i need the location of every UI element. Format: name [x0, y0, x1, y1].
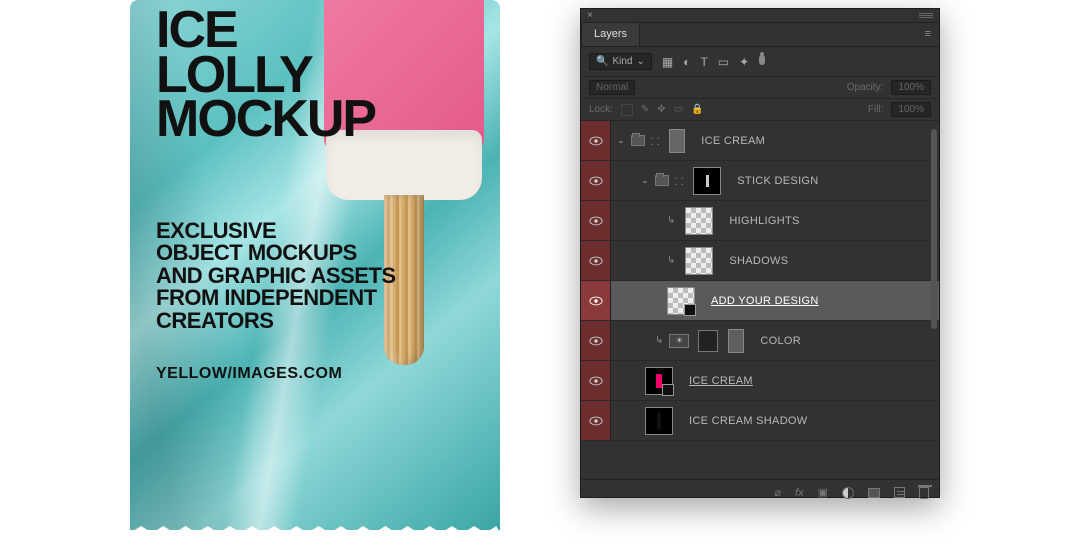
lock-brush-icon[interactable]: ✎ — [641, 104, 649, 115]
layer-name[interactable]: HIGHLIGHTS — [729, 215, 799, 227]
mockup-subtitle: EXCLUSIVE OBJECT MOCKUPS AND GRAPHIC ASS… — [156, 220, 396, 332]
opacity-input[interactable]: 100% — [891, 80, 931, 95]
filter-toggle-icon[interactable] — [759, 55, 765, 65]
filter-adjust-icon[interactable]: ◐ — [683, 55, 690, 69]
layer-name[interactable]: ICE CREAM SHADOW — [689, 415, 807, 427]
layer-name[interactable]: STICK DESIGN — [737, 175, 818, 187]
filter-kind-label: Kind — [612, 56, 632, 67]
layer-row-highlights[interactable]: ↳ HIGHLIGHTS — [581, 201, 939, 241]
clip-icon: ↳ — [667, 255, 675, 266]
link-icon: ⸬ — [675, 174, 683, 188]
visibility-toggle[interactable] — [581, 241, 611, 280]
layer-thumb — [685, 247, 713, 275]
blend-row: Normal Opacity: 100% — [581, 77, 939, 99]
layer-thumb — [645, 407, 673, 435]
layer-thumb — [728, 329, 744, 353]
panel-menu-icon[interactable]: ≡ — [917, 22, 939, 46]
layer-row-ice-cream-shadow[interactable]: ICE CREAM SHADOW — [581, 401, 939, 441]
layer-list: ⌄ ⸬ ICE CREAM ⌄ ⸬ STICK DESIGN ↳ HI — [581, 121, 939, 479]
folder-icon — [631, 135, 645, 146]
expand-icon[interactable]: ⌄ — [617, 135, 625, 146]
layer-name[interactable]: COLOR — [760, 335, 801, 347]
visibility-toggle[interactable] — [581, 161, 611, 200]
lock-move-icon[interactable]: ✥ — [657, 104, 665, 115]
clip-icon: ↳ — [667, 215, 675, 226]
filter-smart-icon[interactable]: ✦ — [739, 55, 749, 69]
mask-thumb — [698, 330, 718, 352]
grip-icon[interactable] — [919, 13, 933, 18]
mockup-image: ICE LOLLY MOCKUP EXCLUSIVE OBJECT MOCKUP… — [130, 0, 500, 530]
filter-type-icon[interactable]: T — [700, 55, 707, 69]
mockup-title: ICE LOLLY MOCKUP — [156, 8, 375, 142]
mask-icon[interactable]: ▣ — [818, 486, 828, 499]
fx-icon[interactable]: fx — [795, 487, 804, 499]
layer-thumb — [645, 367, 673, 395]
folder-icon — [655, 175, 669, 186]
layer-thumb — [669, 129, 685, 153]
layer-name[interactable]: SHADOWS — [729, 255, 788, 267]
close-icon[interactable]: × — [587, 10, 593, 21]
clip-icon: ↳ — [655, 335, 663, 346]
layer-thumb — [693, 167, 721, 195]
adjustment-new-icon[interactable] — [842, 487, 854, 499]
layer-thumb — [685, 207, 713, 235]
layer-name[interactable]: ICE CREAM — [689, 375, 753, 387]
new-layer-icon[interactable] — [894, 487, 905, 498]
layer-row-shadows[interactable]: ↳ SHADOWS — [581, 241, 939, 281]
filter-kind-select[interactable]: 🔍 Kind ⌄ — [589, 53, 652, 70]
layer-name[interactable]: ADD YOUR DESIGN — [711, 295, 819, 307]
group-new-icon[interactable] — [868, 488, 880, 498]
blend-mode-select[interactable]: Normal — [589, 80, 635, 95]
layers-panel: × Layers ≡ 🔍 Kind ⌄ ▦ ◐ T ▭ ✦ Normal Opa… — [580, 8, 940, 498]
tab-layers[interactable]: Layers — [581, 22, 640, 46]
mockup-url: YELLOW/IMAGES.COM — [156, 365, 342, 383]
panel-titlebar[interactable]: × — [581, 9, 939, 23]
opacity-label: Opacity: — [847, 82, 884, 93]
panel-tabs: Layers ≡ — [581, 23, 939, 47]
chevron-down-icon: ⌄ — [636, 56, 644, 67]
visibility-toggle[interactable] — [581, 401, 611, 440]
link-layers-icon[interactable]: ⌀ — [774, 486, 781, 499]
fill-input[interactable]: 100% — [891, 102, 931, 117]
filter-pixel-icon[interactable]: ▦ — [662, 55, 673, 69]
layer-row-color[interactable]: ↳ ☀ COLOR — [581, 321, 939, 361]
layer-row-ice-cream-group[interactable]: ⌄ ⸬ ICE CREAM — [581, 121, 939, 161]
lock-row: Lock: ✎ ✥ ▭ 🔒 Fill: 100% — [581, 99, 939, 121]
search-icon: 🔍 — [596, 56, 608, 67]
lock-trans-icon[interactable] — [621, 104, 633, 116]
visibility-toggle[interactable] — [581, 201, 611, 240]
visibility-toggle[interactable] — [581, 321, 611, 360]
layer-row-stick-design-group[interactable]: ⌄ ⸬ STICK DESIGN — [581, 161, 939, 201]
visibility-toggle[interactable] — [581, 121, 611, 160]
layer-thumb — [667, 287, 695, 315]
filter-shape-icon[interactable]: ▭ — [718, 55, 729, 69]
link-icon: ⸬ — [651, 134, 659, 148]
lock-artboard-icon[interactable]: ▭ — [674, 104, 683, 115]
filter-row: 🔍 Kind ⌄ ▦ ◐ T ▭ ✦ — [581, 47, 939, 77]
expand-icon[interactable]: ⌄ — [641, 175, 649, 186]
visibility-toggle[interactable] — [581, 281, 611, 320]
layer-name[interactable]: ICE CREAM — [701, 135, 765, 147]
lock-label: Lock: — [589, 104, 613, 115]
lock-all-icon[interactable]: 🔒 — [691, 104, 703, 115]
trash-icon[interactable] — [919, 487, 929, 499]
fill-label: Fill: — [868, 104, 884, 115]
visibility-toggle[interactable] — [581, 361, 611, 400]
layer-scrollbar[interactable] — [929, 121, 937, 479]
layer-row-ice-cream-smart[interactable]: ICE CREAM — [581, 361, 939, 401]
panel-footer: ⌀ fx ▣ — [581, 479, 939, 505]
layer-row-add-your-design[interactable]: ADD YOUR DESIGN — [581, 281, 939, 321]
scroll-thumb[interactable] — [931, 129, 937, 329]
adjustment-icon: ☀ — [669, 334, 689, 348]
